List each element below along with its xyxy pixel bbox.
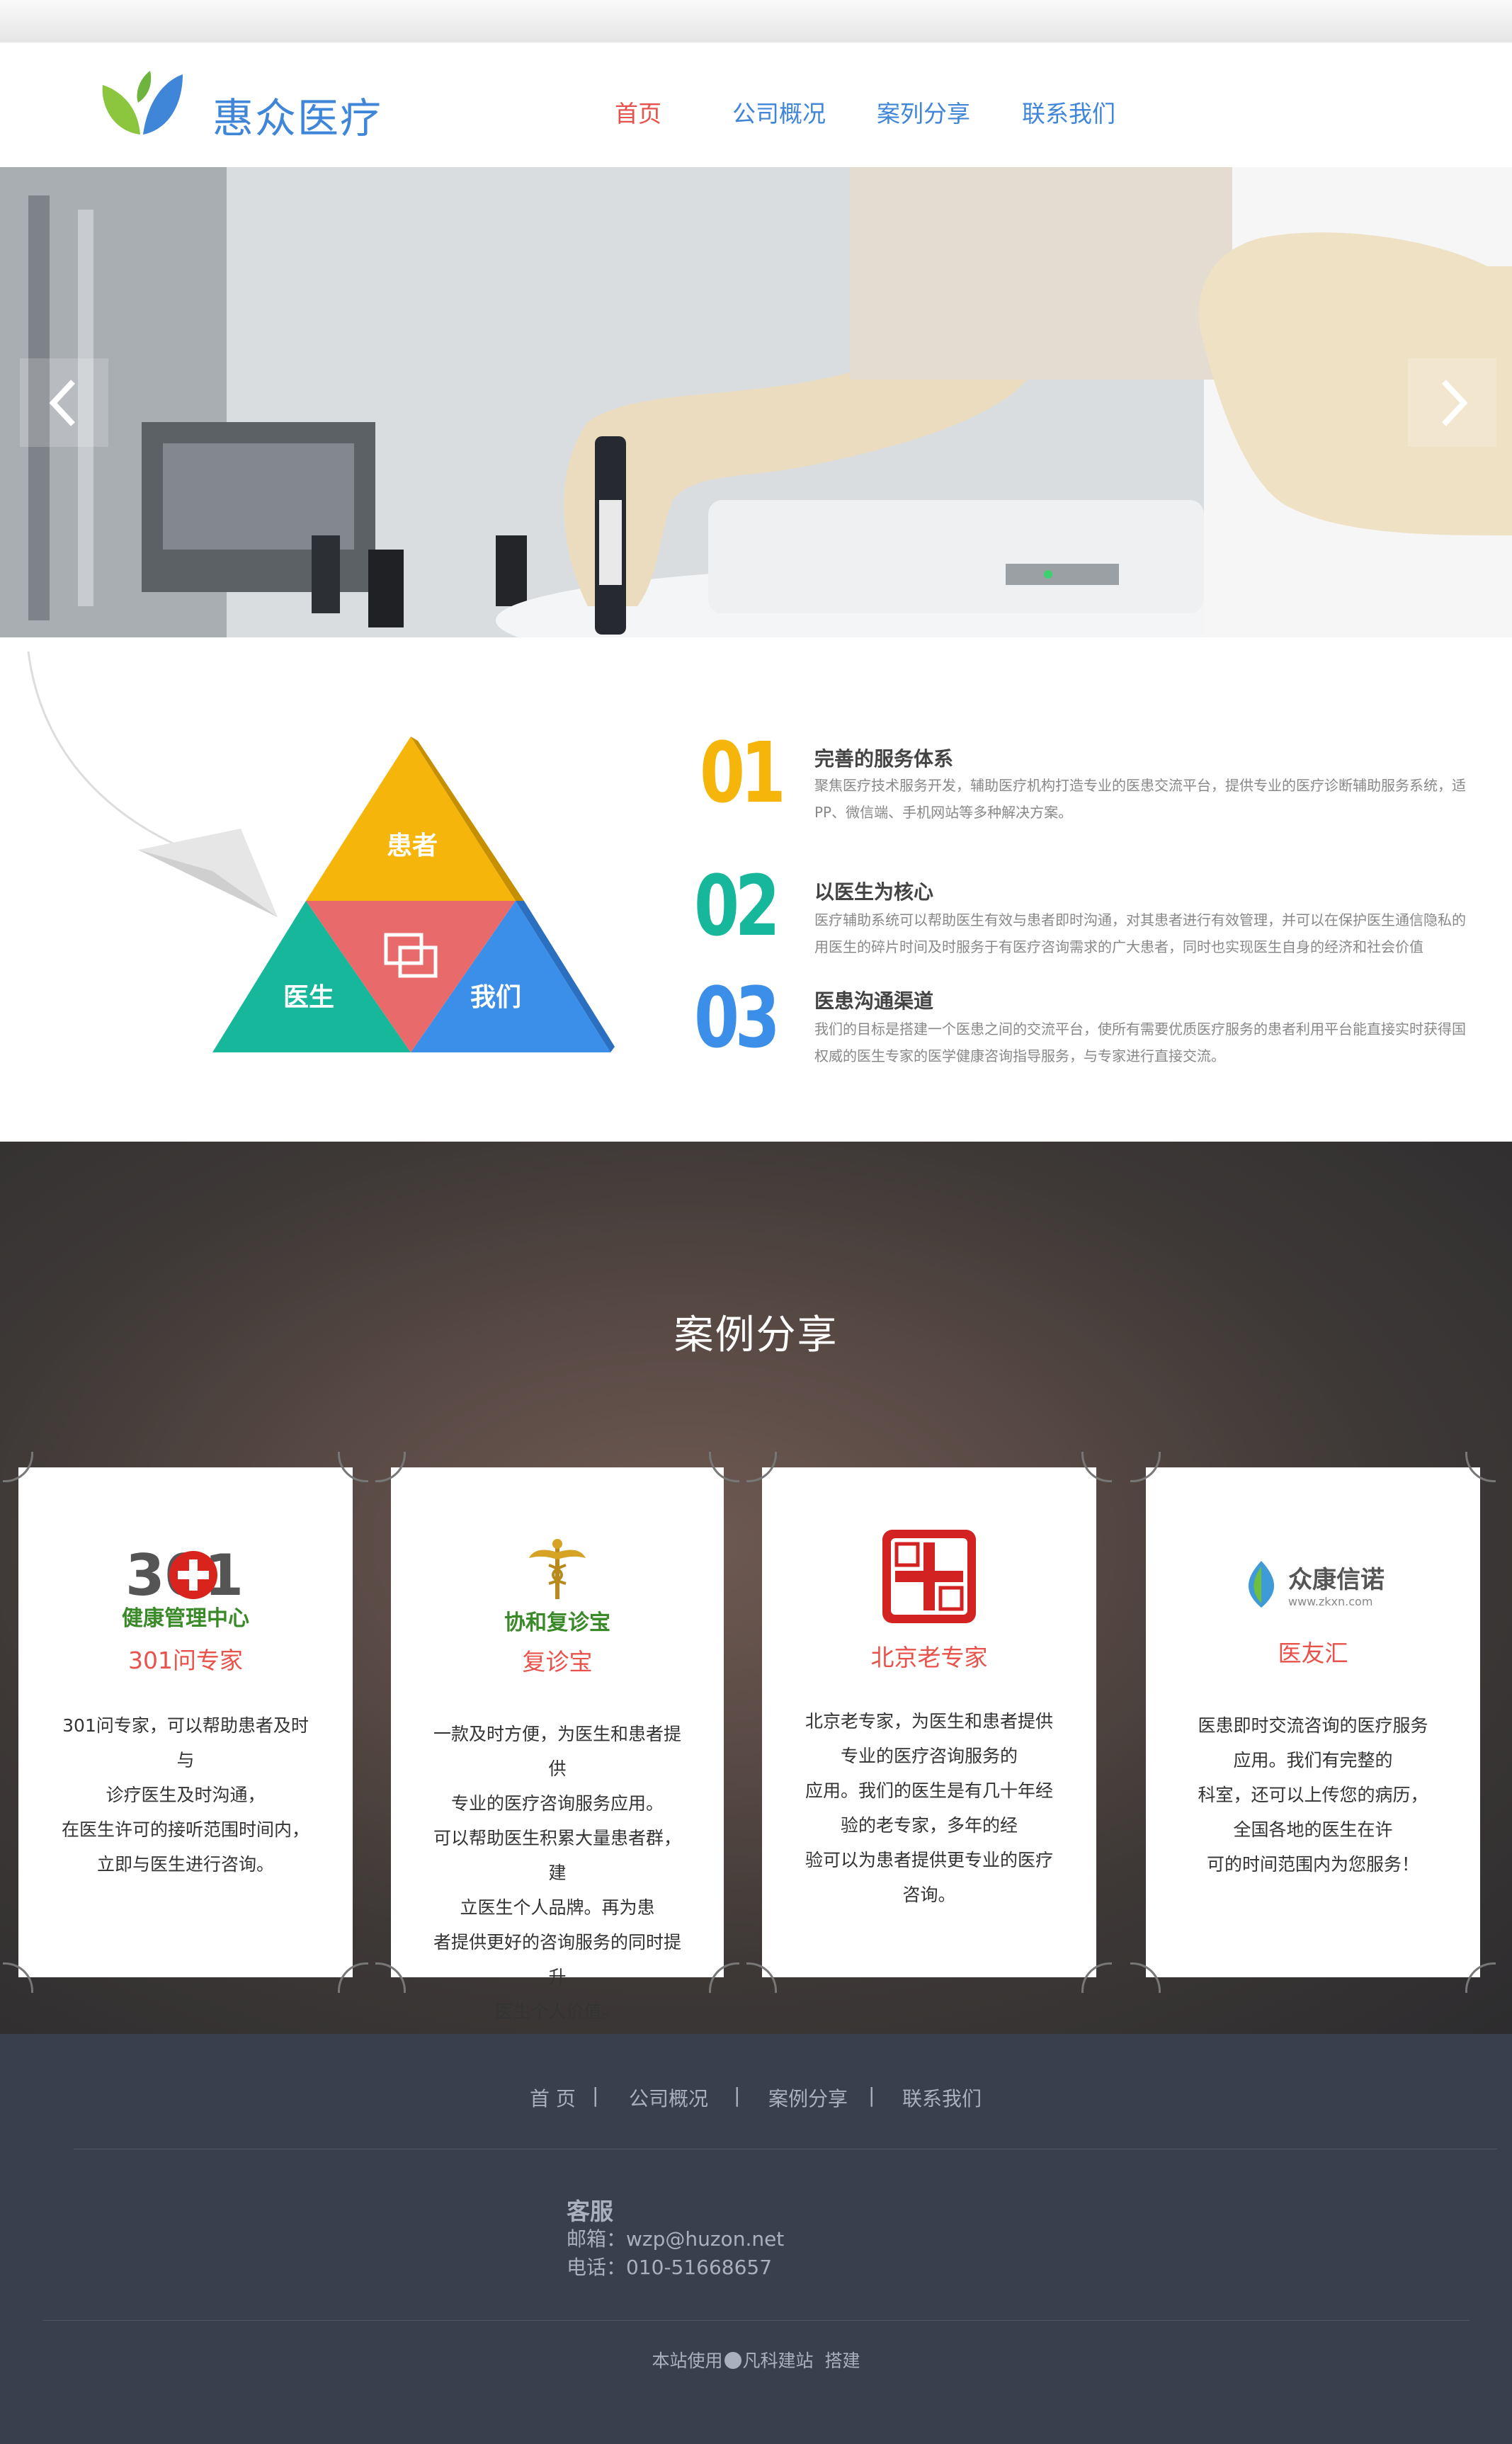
pyramid-top bbox=[306, 737, 516, 901]
customer-service-email[interactable]: 邮箱：wzp@huzon.net bbox=[567, 2224, 784, 2252]
nav-company[interactable]: 公司概况 bbox=[732, 95, 826, 129]
footer-nav-company[interactable]: 公司概况 bbox=[629, 2084, 708, 2112]
footer-nav-contact[interactable]: 联系我们 bbox=[902, 2084, 982, 2112]
feature-title-3: 医患沟通渠道 bbox=[814, 989, 934, 1013]
feature-number-3: 03 bbox=[694, 969, 780, 1067]
feature-number-1: 01 bbox=[700, 724, 786, 822]
customer-service-title: 客服 bbox=[567, 2198, 613, 2225]
brand-name[interactable]: 惠众医疗 bbox=[212, 85, 382, 144]
fanke-logo-icon bbox=[724, 2352, 741, 2369]
footer-divider bbox=[42, 2320, 1470, 2321]
nav-contact[interactable]: 联系我们 bbox=[1022, 95, 1115, 129]
case-card-beijing-experts[interactable]: 北京老专家 北京老专家，为医生和患者提供 专业的医疗咨询服务的 应用。我们的医生是… bbox=[746, 1452, 1112, 1993]
footer-nav-cases[interactable]: 案例分享 bbox=[768, 2084, 848, 2112]
301-logo: 301 健康管理中心 bbox=[18, 1542, 353, 1632]
zhongkang-logo: 众康信诺 www.zkxn.com bbox=[1146, 1559, 1480, 1609]
chevron-right-icon bbox=[1441, 379, 1467, 426]
case-name: 复诊宝 bbox=[522, 1648, 593, 1676]
feature-desc-1: 聚焦医疗技术服务开发，辅助医疗机构打造专业的医患交流平台，提供专业的医疗诊断辅助… bbox=[814, 777, 1466, 821]
nav-home[interactable]: 首页 bbox=[615, 95, 661, 129]
red-cross-icon: 301 bbox=[125, 1542, 244, 1608]
pyramid-label-patient: 患者 bbox=[387, 831, 438, 860]
case-card-fuzhenbao[interactable]: 协和复诊宝 复诊宝 一款及时方便，为医生和患者提供 专业的医疗咨询服务应用。 可以… bbox=[375, 1452, 739, 2022]
cases-section: 案例分享 301 健康管理中心 301问专家 301问专家，可以帮助患者及时与诊… bbox=[0, 1142, 1512, 2034]
feature-title-2: 以医生为核心 bbox=[814, 880, 934, 904]
features-section: 患者 医生 我们 01 完善的服务体系 聚焦医疗技术服务开发，辅助医疗机构打造专… bbox=[0, 637, 1512, 1142]
red-seal-icon bbox=[882, 1530, 976, 1623]
beijing-experts-logo bbox=[762, 1527, 1096, 1629]
case-name: 301问专家 bbox=[128, 1647, 243, 1674]
banner-next-button[interactable] bbox=[1408, 358, 1496, 447]
case-card-301[interactable]: 301 健康管理中心 301问专家 301问专家，可以帮助患者及时与诊疗医生及时… bbox=[3, 1452, 368, 1993]
fanke-link[interactable]: 凡科建站 bbox=[743, 2351, 814, 2371]
copyright: 本站使用 凡科建站 搭建 bbox=[652, 2351, 860, 2371]
fuzhenbao-logo: 协和复诊宝 bbox=[391, 1538, 724, 1636]
case-card-yiyouhui[interactable]: 众康信诺 www.zkxn.com 医友汇 医患即时交流咨询的医疗服务 应用。我们… bbox=[1130, 1452, 1496, 1993]
banner-prev-button[interactable] bbox=[20, 358, 108, 447]
case-desc: 医患即时交流咨询的医疗服务 应用。我们有完整的 科室，还可以上传您的病历， 全国各地… bbox=[1198, 1715, 1428, 1875]
lab-photo bbox=[0, 167, 1512, 637]
pyramid-diagram: 患者 医生 我们 bbox=[27, 651, 615, 1052]
leaf-logo-icon[interactable] bbox=[99, 64, 184, 142]
leaf-drop-icon bbox=[1248, 1561, 1275, 1608]
browser-topbar bbox=[0, 0, 1512, 42]
feature-number-2: 02 bbox=[694, 857, 780, 955]
pyramid-label-doctor: 医生 bbox=[283, 983, 334, 1012]
footer-nav-separator: | bbox=[734, 2084, 741, 2107]
case-name: 北京老专家 bbox=[870, 1644, 988, 1671]
case-desc: 一款及时方便，为医生和患者提供 专业的医疗咨询服务应用。 可以帮助医生积累大量患者… bbox=[433, 1724, 682, 2022]
feature-desc-3: 我们的目标是搭建一个医患之间的交流平台，使所有需要优质医疗服务的患者利用平台能直… bbox=[814, 1021, 1466, 1064]
footer-nav-separator: | bbox=[868, 2084, 875, 2107]
footer-nav-separator: | bbox=[592, 2084, 599, 2107]
feature-title-1: 完善的服务体系 bbox=[814, 747, 954, 771]
case-name: 医友汇 bbox=[1278, 1639, 1348, 1667]
case-desc: 301问专家，可以帮助患者及时与 诊疗医生及时沟通， 在医生许可的接听范围时间内，… bbox=[61, 1715, 309, 1875]
site-footer: 首 页 | 公司概况 | 案例分享 | 联系我们 客服 邮箱：wzp@huzon… bbox=[0, 2034, 1512, 2444]
nav-cases[interactable]: 案列分享 bbox=[877, 95, 970, 129]
site-header: 惠众医疗 首页 公司概况 案列分享 联系我们 bbox=[0, 42, 1512, 167]
footer-nav-home[interactable]: 首 页 bbox=[530, 2084, 576, 2112]
chevron-left-icon bbox=[49, 379, 75, 426]
cases-title: 案例分享 bbox=[673, 1312, 839, 1358]
caduceus-icon bbox=[529, 1539, 586, 1599]
customer-service-phone: 电话：010-51668657 bbox=[567, 2256, 773, 2279]
hero-banner bbox=[0, 167, 1512, 637]
feature-desc-2: 医疗辅助系统可以帮助医生有效与患者即时沟通，对其患者进行有效管理，并可以在保护医… bbox=[814, 911, 1466, 955]
pyramid-label-us: 我们 bbox=[470, 983, 521, 1012]
case-desc: 北京老专家，为医生和患者提供 专业的医疗咨询服务的 应用。我们的医生是有几十年经验… bbox=[805, 1711, 1053, 1905]
